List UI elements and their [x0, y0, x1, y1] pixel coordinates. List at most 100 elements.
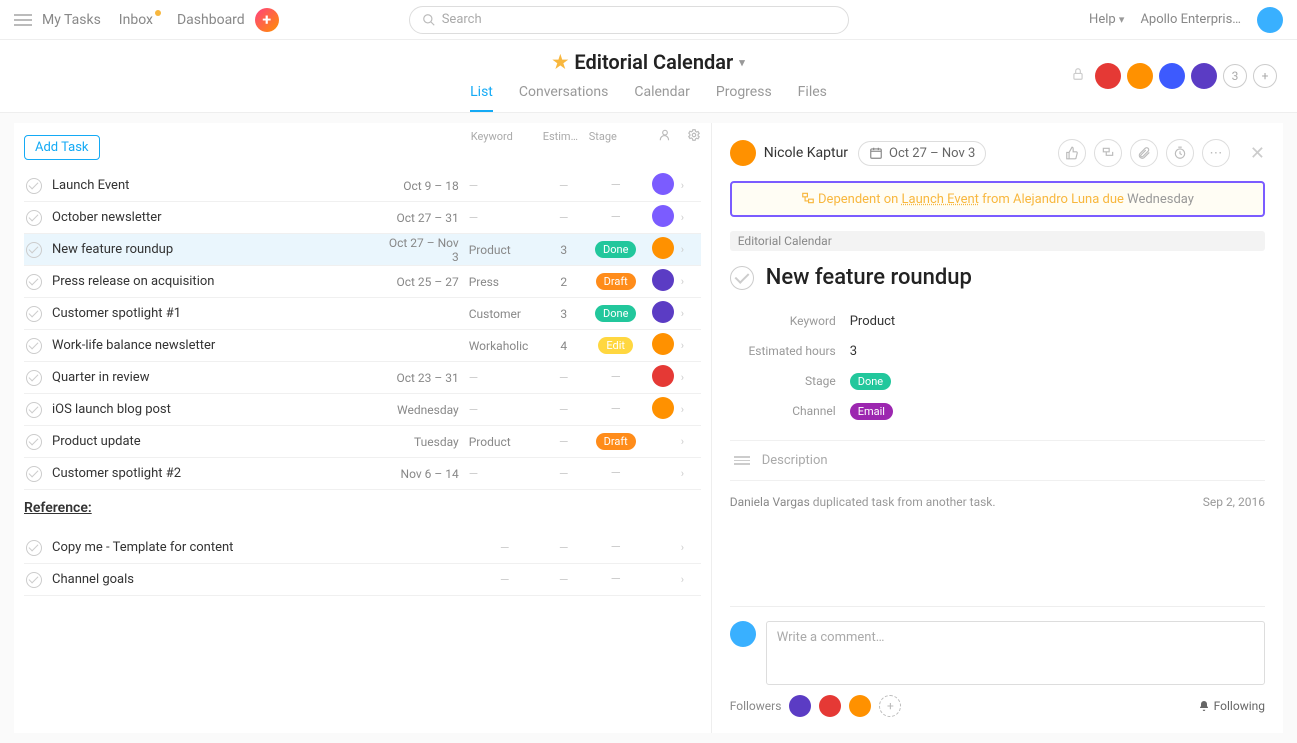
subtask-icon[interactable]: [1094, 139, 1122, 167]
timer-icon[interactable]: [1166, 139, 1194, 167]
workspace-switcher[interactable]: Apollo Enterpris…: [1140, 12, 1241, 27]
attachment-icon[interactable]: [1130, 139, 1158, 167]
complete-checkbox[interactable]: [730, 266, 754, 290]
member-avatar[interactable]: [1159, 63, 1185, 89]
complete-checkbox[interactable]: [26, 210, 42, 226]
complete-checkbox[interactable]: [26, 402, 42, 418]
gear-icon[interactable]: [687, 128, 701, 145]
field-label: Channel: [730, 404, 850, 418]
task-row[interactable]: iOS launch blog postWednesday———›: [24, 394, 701, 426]
activity-author[interactable]: Daniela Vargas: [730, 495, 810, 509]
task-stage: —: [587, 178, 645, 193]
lock-icon[interactable]: [1071, 67, 1085, 85]
close-icon[interactable]: ✕: [1250, 143, 1265, 164]
activity-entry: Daniela Vargas duplicated task from anot…: [730, 495, 1265, 509]
assignee-avatar[interactable]: [652, 173, 674, 195]
dependency-banner[interactable]: Dependent on Launch Event from Alejandro…: [730, 181, 1265, 217]
assignee-avatar[interactable]: [652, 397, 674, 419]
complete-checkbox[interactable]: [26, 274, 42, 290]
hamburger-icon[interactable]: [14, 14, 32, 26]
add-follower-button[interactable]: +: [879, 695, 901, 717]
task-title: Copy me - Template for content: [52, 540, 387, 555]
complete-checkbox[interactable]: [26, 178, 42, 194]
col-keyword[interactable]: Keyword: [471, 130, 543, 143]
col-estimated[interactable]: Estim…: [543, 130, 589, 143]
col-stage[interactable]: Stage: [589, 130, 647, 143]
description-field[interactable]: Description: [730, 440, 1265, 481]
assignee-avatar[interactable]: [652, 269, 674, 291]
tab-conversations[interactable]: Conversations: [519, 84, 608, 112]
complete-checkbox[interactable]: [26, 540, 42, 556]
stage-pill[interactable]: Done: [850, 373, 891, 390]
description-placeholder: Description: [762, 453, 828, 468]
project-tag[interactable]: Editorial Calendar: [730, 231, 1265, 251]
section-reference[interactable]: Reference:: [24, 490, 701, 522]
complete-checkbox[interactable]: [26, 572, 42, 588]
task-row[interactable]: Quarter in reviewOct 23 – 31———›: [24, 362, 701, 394]
channel-pill[interactable]: Email: [850, 403, 893, 420]
add-task-button[interactable]: Add Task: [24, 135, 100, 160]
complete-checkbox[interactable]: [26, 434, 42, 450]
member-avatar[interactable]: [1095, 63, 1121, 89]
like-icon[interactable]: [1058, 139, 1086, 167]
member-avatar[interactable]: [1191, 63, 1217, 89]
task-row[interactable]: New feature roundupOct 27 – Nov 3Product…: [24, 234, 701, 266]
avatar[interactable]: [1257, 7, 1283, 33]
assignee-avatar[interactable]: [652, 333, 674, 355]
task-title[interactable]: New feature roundup: [766, 265, 972, 290]
project-members: 3 +: [1071, 63, 1277, 89]
add-button[interactable]: +: [255, 8, 279, 32]
col-assignee-icon[interactable]: [647, 128, 683, 145]
chevron-right-icon: ›: [681, 211, 699, 224]
follower-avatar[interactable]: [819, 695, 841, 717]
chevron-down-icon[interactable]: ▾: [739, 56, 745, 69]
assignee-avatar[interactable]: [652, 365, 674, 387]
task-row[interactable]: Work-life balance newsletterWorkaholic4E…: [24, 330, 701, 362]
due-date-text: Oct 27 – Nov 3: [889, 146, 975, 161]
add-member-button[interactable]: +: [1253, 64, 1277, 88]
tab-calendar[interactable]: Calendar: [634, 84, 690, 112]
due-date[interactable]: Oct 27 – Nov 3: [858, 141, 986, 166]
search-input[interactable]: Search: [409, 6, 849, 34]
task-row[interactable]: Copy me - Template for content———›: [24, 532, 701, 564]
assignee-avatar[interactable]: [652, 301, 674, 323]
complete-checkbox[interactable]: [26, 338, 42, 354]
complete-checkbox[interactable]: [26, 466, 42, 482]
nav-inbox[interactable]: Inbox: [119, 12, 159, 28]
task-stage: Done: [587, 305, 645, 322]
comment-input[interactable]: Write a comment…: [766, 621, 1265, 685]
task-assignee: [645, 269, 681, 295]
dep-link[interactable]: Launch Event: [902, 192, 979, 207]
task-row[interactable]: Product updateTuesdayProduct—Draft›: [24, 426, 701, 458]
more-icon[interactable]: ⋯: [1202, 139, 1230, 167]
follower-avatar[interactable]: [789, 695, 811, 717]
task-row[interactable]: October newsletterOct 27 – 31———›: [24, 202, 701, 234]
task-stage: —: [587, 466, 645, 481]
following-button[interactable]: Following: [1198, 699, 1265, 713]
field-value[interactable]: Product: [850, 314, 895, 329]
complete-checkbox[interactable]: [26, 242, 42, 258]
star-icon[interactable]: ★: [552, 52, 568, 73]
help-link[interactable]: Help ▾: [1089, 12, 1124, 27]
task-row[interactable]: Channel goals———›: [24, 564, 701, 596]
assignee-avatar[interactable]: [652, 205, 674, 227]
task-estimate: —: [541, 371, 587, 385]
complete-checkbox[interactable]: [26, 306, 42, 322]
complete-checkbox[interactable]: [26, 370, 42, 386]
task-row[interactable]: Launch EventOct 9 – 18———›: [24, 170, 701, 202]
member-overflow[interactable]: 3: [1223, 64, 1247, 88]
stage-pill: Done: [595, 241, 636, 258]
assignee-avatar[interactable]: [652, 237, 674, 259]
tab-progress[interactable]: Progress: [716, 84, 772, 112]
member-avatar[interactable]: [1127, 63, 1153, 89]
tab-files[interactable]: Files: [798, 84, 827, 112]
tab-list[interactable]: List: [470, 84, 493, 112]
assignee[interactable]: Nicole Kaptur: [730, 140, 848, 166]
field-value[interactable]: 3: [850, 344, 857, 359]
nav-dashboard[interactable]: Dashboard: [177, 12, 245, 28]
follower-avatar[interactable]: [849, 695, 871, 717]
task-row[interactable]: Customer spotlight #2Nov 6 – 14———›: [24, 458, 701, 490]
nav-mytasks[interactable]: My Tasks: [42, 12, 101, 28]
task-row[interactable]: Customer spotlight #1Customer3Done›: [24, 298, 701, 330]
task-row[interactable]: Press release on acquisitionOct 25 – 27P…: [24, 266, 701, 298]
